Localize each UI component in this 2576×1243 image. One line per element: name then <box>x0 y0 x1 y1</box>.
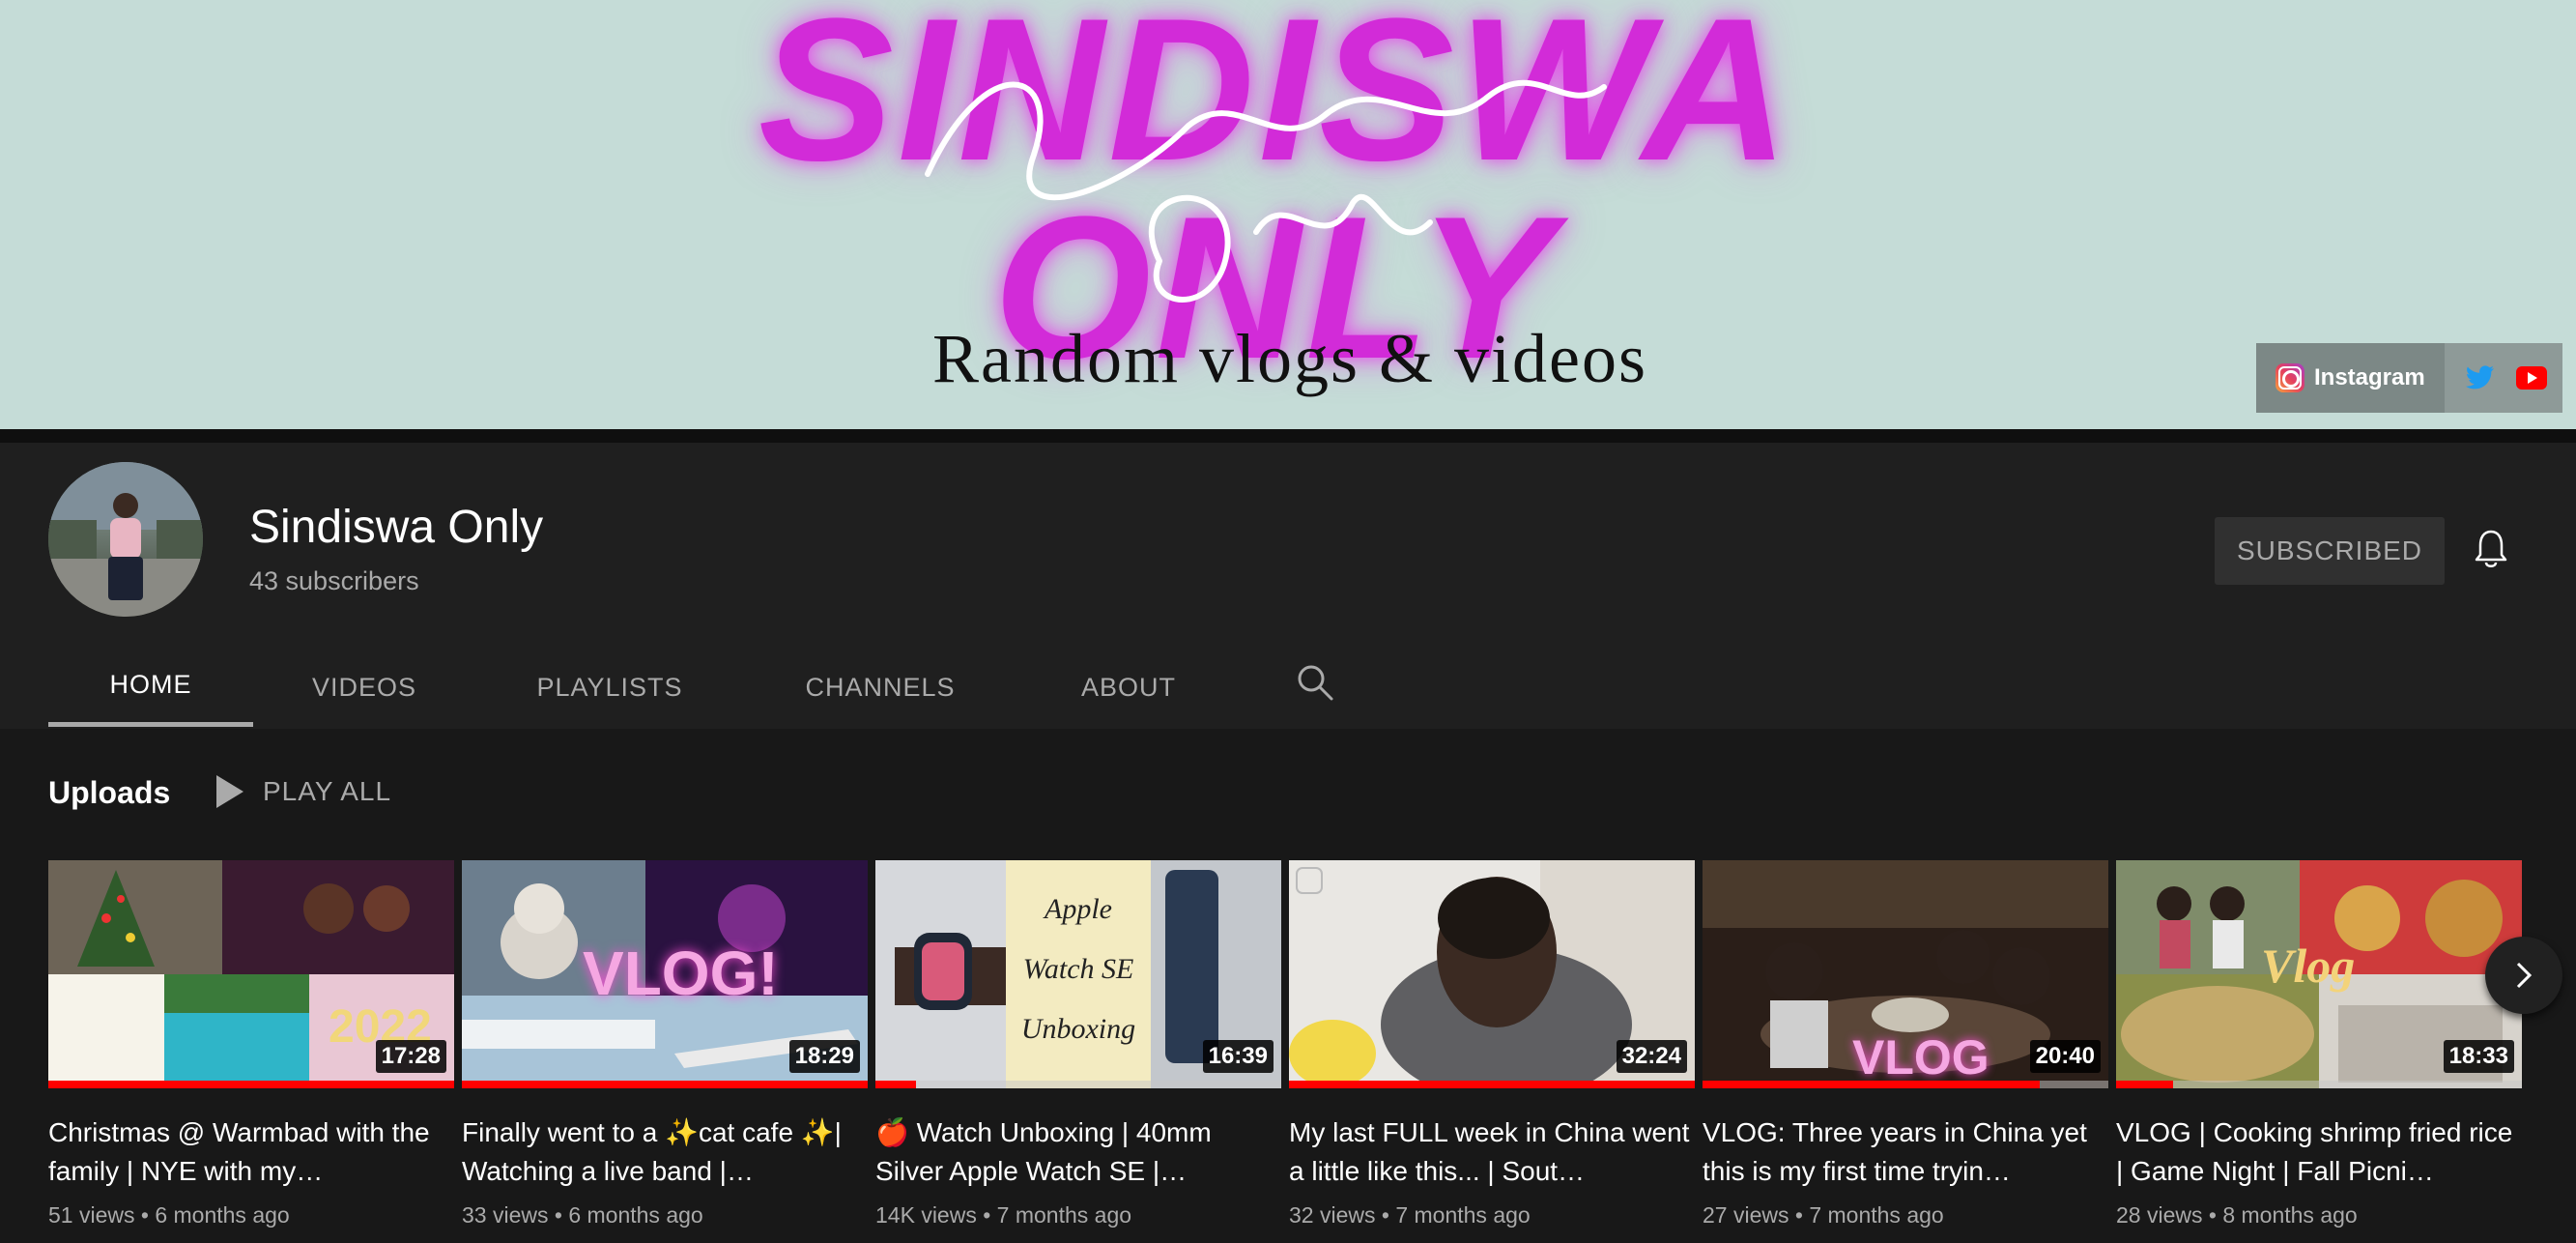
instagram-label: Instagram <box>2314 364 2425 390</box>
view-count: 28 views <box>2116 1202 2203 1228</box>
tab-about[interactable]: ABOUT <box>1016 648 1241 727</box>
view-count: 14K views <box>875 1202 977 1228</box>
view-count: 33 views <box>462 1202 549 1228</box>
upload-age: 7 months ago <box>1809 1202 1944 1228</box>
video-card[interactable]: Apple Watch SE Unboxing 16:39 🍎 Watch Un… <box>875 860 1281 1243</box>
instagram-icon <box>2275 363 2304 392</box>
channel-tabs: HOME VIDEOS PLAYLISTS CHANNELS ABOUT <box>48 648 1241 729</box>
upload-age: 8 months ago <box>2222 1202 2358 1228</box>
banner-tagline: Random vlogs & videos <box>932 320 1647 397</box>
watch-progress <box>2116 1081 2173 1088</box>
video-duration: 18:29 <box>788 1040 860 1073</box>
tab-home[interactable]: HOME <box>48 648 253 727</box>
thumbnail-overlay-text: Vlog <box>2261 939 2356 993</box>
video-thumbnail[interactable]: 2022 17:28 <box>48 860 454 1088</box>
video-meta: 33 views • 6 months ago <box>462 1202 703 1228</box>
watch-progress <box>1703 1081 2040 1088</box>
subscriber-count: 43 subscribers <box>249 566 419 595</box>
play-icon <box>216 775 243 808</box>
twitter-link[interactable] <box>2465 365 2495 390</box>
thumbnail-overlay-text: Apple Watch SE Unboxing <box>1020 893 1136 1045</box>
avatar[interactable] <box>48 462 203 617</box>
video-thumbnail[interactable]: VLOG! 18:29 <box>462 860 868 1088</box>
video-meta: 27 views • 7 months ago <box>1703 1202 1944 1228</box>
video-duration: 20:40 <box>2029 1040 2101 1073</box>
shelf-title: Uploads <box>48 775 171 810</box>
video-meta: 32 views • 7 months ago <box>1289 1202 1531 1228</box>
view-count: 51 views <box>48 1202 135 1228</box>
video-duration: 17:28 <box>375 1040 446 1073</box>
watch-progress <box>462 1081 868 1088</box>
bell-icon[interactable] <box>2474 529 2508 574</box>
tab-channels[interactable]: CHANNELS <box>744 648 1016 727</box>
upload-age: 6 months ago <box>568 1202 703 1228</box>
avatar-photo <box>48 462 203 617</box>
video-thumbnail[interactable]: Vlog 18:33 <box>2116 860 2522 1088</box>
progress-track <box>875 1081 1281 1088</box>
instagram-link[interactable]: Instagram <box>2256 343 2445 413</box>
channel-name: Sindiswa Only <box>249 502 544 553</box>
chevron-right-icon <box>2516 962 2533 989</box>
video-thumbnail[interactable]: 32:24 <box>1289 860 1695 1088</box>
watch-progress <box>48 1081 454 1088</box>
upload-age: 7 months ago <box>1395 1202 1531 1228</box>
youtube-icon <box>2515 366 2547 390</box>
channel-links: Instagram <box>2256 343 2562 413</box>
shelf-next-button[interactable] <box>2485 937 2562 1014</box>
video-title[interactable]: 🍎 Watch Unboxing | 40mm Silver Apple Wat… <box>875 1113 1281 1191</box>
video-thumbnail[interactable]: Apple Watch SE Unboxing 16:39 <box>875 860 1281 1088</box>
search-icon[interactable] <box>1295 662 1335 708</box>
thumbnail-overlay-text: VLOG <box>1852 1030 1989 1084</box>
video-title[interactable]: VLOG | Cooking shrimp fried rice | Game … <box>2116 1113 2522 1191</box>
video-card[interactable]: 2022 17:28 Christmas @ Warmbad with the … <box>48 860 454 1243</box>
twitter-icon <box>2465 365 2494 390</box>
play-all-label: PLAY ALL <box>263 776 392 806</box>
video-card[interactable]: Vlog 18:33 VLOG | Cooking shrimp fried r… <box>2116 860 2522 1243</box>
youtube-link[interactable] <box>2515 366 2547 390</box>
view-count: 27 views <box>1703 1202 1789 1228</box>
video-meta: 28 views • 8 months ago <box>2116 1202 2358 1228</box>
subscribed-button[interactable]: SUBSCRIBED <box>2215 517 2445 585</box>
play-all-button[interactable]: PLAY ALL <box>216 775 391 808</box>
tab-playlists[interactable]: PLAYLISTS <box>475 648 744 727</box>
thumbnail-overlay-text: VLOG! <box>583 939 779 1008</box>
view-count: 32 views <box>1289 1202 1376 1228</box>
video-duration: 32:24 <box>1616 1040 1687 1073</box>
video-meta: 51 views • 6 months ago <box>48 1202 290 1228</box>
video-title[interactable]: Finally went to a ✨cat cafe ✨| Watching … <box>462 1113 868 1191</box>
video-title[interactable]: Christmas @ Warmbad with the family | NY… <box>48 1113 454 1191</box>
video-card[interactable]: 32:24 My last FULL week in China went a … <box>1289 860 1695 1243</box>
video-card[interactable]: VLOG! 18:29 Finally went to a ✨cat cafe … <box>462 860 868 1243</box>
tab-videos[interactable]: VIDEOS <box>253 648 475 727</box>
video-thumbnail[interactable]: VLOG 20:40 <box>1703 860 2108 1088</box>
video-card[interactable]: VLOG 20:40 VLOG: Three years in China ye… <box>1703 860 2108 1243</box>
upload-age: 7 months ago <box>996 1202 1132 1228</box>
progress-track <box>2116 1081 2522 1088</box>
upload-age: 6 months ago <box>155 1202 290 1228</box>
video-title[interactable]: My last FULL week in China went a little… <box>1289 1113 1695 1191</box>
watch-progress <box>875 1081 916 1088</box>
channel-banner: SINDISWA ONLY Random vlogs & videos Inst… <box>0 0 2576 429</box>
video-duration: 16:39 <box>1202 1040 1274 1073</box>
watch-progress <box>1289 1081 1695 1088</box>
video-duration: 18:33 <box>2443 1040 2514 1073</box>
video-meta: 14K views • 7 months ago <box>875 1202 1132 1228</box>
video-title[interactable]: VLOG: Three years in China yet this is m… <box>1703 1113 2108 1191</box>
